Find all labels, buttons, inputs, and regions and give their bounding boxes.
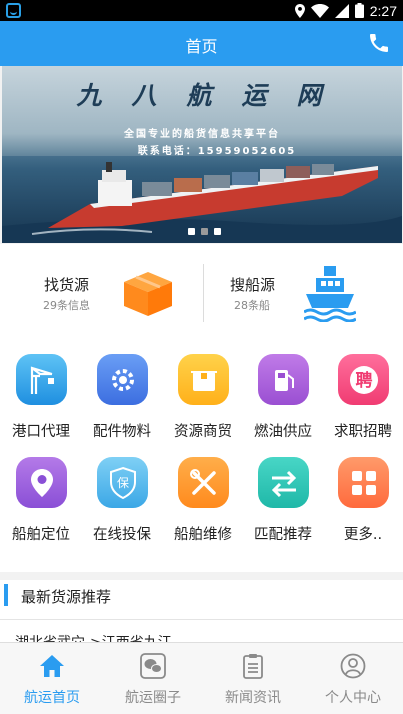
location-pin-icon [16, 457, 67, 508]
route-text: 湖北省武穴->江西省九江 [15, 632, 172, 642]
ships-count: 28条船 [234, 299, 270, 312]
service-label: 在线投保 [93, 527, 151, 543]
nav-circle[interactable]: 航运圈子 [103, 643, 203, 714]
page-title: 首页 [185, 39, 218, 56]
service-match[interactable]: 匹配推荐 [243, 443, 323, 553]
svg-text:聘: 聘 [355, 370, 372, 391]
service-insurance[interactable]: 保 在线投保 [82, 443, 162, 553]
ship-icon [304, 266, 356, 322]
chat-icon [140, 653, 166, 679]
service-label: 船舶定位 [12, 527, 70, 543]
carousel-indicator[interactable] [188, 228, 221, 235]
section-accent-bar [4, 584, 8, 606]
wifi-icon [310, 3, 329, 18]
battery-icon [354, 3, 364, 18]
phone-icon[interactable] [367, 31, 391, 55]
service-recruit[interactable]: 聘 求职招聘 [323, 340, 403, 450]
insurance-shield-icon: 保 [97, 457, 148, 508]
user-icon [340, 653, 366, 679]
title-bar: 首页 [0, 21, 403, 66]
service-label: 船舶维修 [174, 527, 232, 543]
tools-icon [178, 457, 229, 508]
status-bar: 2:27 [0, 0, 403, 21]
find-goods-button[interactable]: 找货源 29条信息 [0, 244, 203, 340]
nav-news[interactable]: 新闻资讯 [203, 643, 303, 714]
service-label: 港口代理 [12, 424, 70, 440]
service-fuel[interactable]: 燃油供应 [243, 340, 323, 450]
location-icon [294, 3, 305, 18]
svg-text:保: 保 [116, 476, 128, 490]
banner-title: 九八航运网 [76, 81, 352, 110]
service-ship-location[interactable]: 船舶定位 [1, 443, 81, 553]
service-port-agent[interactable]: 港口代理 [1, 340, 81, 450]
home-icon [40, 655, 64, 677]
latest-section-header: 最新货源推荐 [0, 580, 403, 620]
gear-icon [97, 354, 148, 405]
find-ships-title: 搜船源 [230, 276, 276, 294]
nav-home[interactable]: 航运首页 [2, 643, 102, 714]
service-grid: 港口代理 配件物料 资源商贸 燃油供应 聘 求职招聘 船舶定位 保 在线投保 船… [0, 340, 403, 572]
nav-label: 个人中心 [325, 690, 381, 706]
service-trade[interactable]: 资源商贸 [163, 340, 243, 450]
fuel-pump-icon [258, 354, 309, 405]
carousel-dot-active[interactable] [201, 228, 208, 235]
service-label: 匹配推荐 [254, 527, 312, 543]
section-title: 最新货源推荐 [21, 588, 112, 606]
cargo-box-icon [124, 272, 172, 316]
app-notification-icon [6, 3, 21, 18]
signal-icon [334, 3, 349, 18]
service-label: 燃油供应 [254, 424, 312, 440]
crane-icon [16, 354, 67, 405]
promo-banner[interactable]: 九八航运网 全国专业的船货信息共享平台 联系电话：15959052605 [2, 66, 402, 243]
nav-profile[interactable]: 个人中心 [303, 643, 403, 714]
carousel-dot[interactable] [188, 228, 195, 235]
service-label: 更多.. [343, 527, 383, 543]
list-item[interactable]: 湖北省武穴->江西省九江 [0, 620, 403, 642]
service-label: 配件物料 [93, 424, 151, 440]
banner-contact: 联系电话：15959052605 [137, 146, 297, 157]
news-icon [243, 654, 263, 679]
nav-label: 航运首页 [24, 690, 80, 706]
nav-label: 航运圈子 [125, 690, 181, 706]
more-apps-icon [338, 457, 389, 508]
banner-subtitle: 全国专业的船货信息共享平台 [124, 129, 280, 140]
service-parts[interactable]: 配件物料 [82, 340, 162, 450]
swap-arrows-icon [258, 457, 309, 508]
recruit-icon: 聘 [338, 354, 389, 405]
package-icon [178, 354, 229, 405]
source-card: 找货源 29条信息 搜船源 28条船 [0, 244, 403, 340]
service-label: 资源商贸 [174, 424, 232, 440]
find-goods-title: 找货源 [44, 276, 90, 294]
service-label: 求职招聘 [334, 424, 392, 440]
nav-label: 新闻资讯 [225, 690, 281, 706]
clock: 2:27 [369, 2, 397, 19]
service-repair[interactable]: 船舶维修 [163, 443, 243, 553]
find-ships-button[interactable]: 搜船源 28条船 [204, 244, 403, 340]
bottom-nav: 航运首页 航运圈子 新闻资讯 个人中心 [0, 642, 403, 714]
goods-count: 29条信息 [43, 299, 90, 312]
service-more[interactable]: 更多.. [323, 443, 403, 553]
carousel-dot[interactable] [214, 228, 221, 235]
